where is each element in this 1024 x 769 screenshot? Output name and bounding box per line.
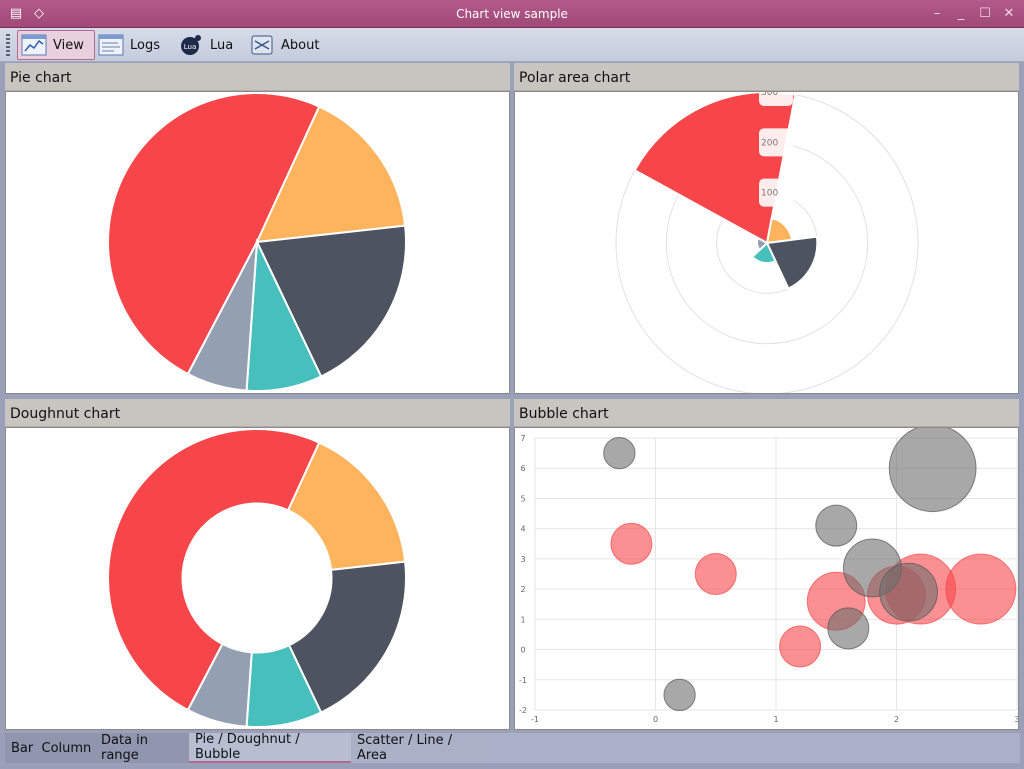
bubble-y-tick-label: 1 [520, 615, 525, 624]
log-window-icon [98, 34, 124, 56]
bubble-y-tick-label: 6 [520, 464, 525, 473]
polar-chart-area: 100 200 300 [514, 91, 1019, 394]
bubble-chart-panel: Bubble chart -1 0 1 2 3 7 6 5 4 3 2 1 0 -1 -2 [514, 399, 1019, 730]
tab-bar-column[interactable]: Bar Column [5, 733, 95, 763]
doughnut-chart-area [5, 427, 510, 730]
polar-segment-orange[interactable] [765, 217, 794, 245]
bubble-point-gray[interactable] [603, 436, 636, 470]
bubble-y-tick-label: 5 [520, 494, 525, 503]
pie-chart-panel: Pie chart [5, 63, 510, 394]
view-button[interactable]: View [17, 30, 95, 60]
about-icon [251, 35, 273, 55]
tab-scatter-line-area[interactable]: Scatter / Line / Area [351, 733, 487, 763]
tab-bar: Bar Column Data in range Pie / Doughnut … [0, 731, 1024, 769]
bubble-y-tick-label: 4 [520, 525, 525, 534]
pie-chart [107, 92, 407, 392]
bubble-point-gray[interactable] [815, 504, 858, 547]
toolbar-grip[interactable] [6, 34, 10, 56]
bubble-y-tick-label: 7 [520, 434, 525, 443]
maximize-button[interactable]: ☐ [976, 5, 994, 23]
polar-tick-label: 100 [761, 189, 778, 199]
tab-data-in-range-label: Data in range [101, 733, 149, 763]
bubble-x-tick-label: 0 [653, 715, 658, 724]
about-button[interactable]: About [246, 30, 329, 60]
bubble-chart: -1 0 1 2 3 7 6 5 4 3 2 1 0 -1 -2 [519, 428, 1018, 724]
view-label: View [53, 37, 84, 53]
minimize-button[interactable]: _ [952, 5, 970, 23]
bubble-y-tick-label: -2 [519, 706, 527, 715]
polar-chart-title: Polar area chart [514, 63, 1019, 91]
bubble-point-gray[interactable] [827, 607, 870, 650]
bubble-point-gray[interactable] [888, 428, 977, 513]
chart-window-icon [21, 34, 47, 56]
polar-area-chart: 100 200 300 [615, 92, 919, 393]
bubble-y-tick-label: 0 [520, 646, 525, 655]
bubble-point-red[interactable] [694, 553, 737, 595]
logs-button[interactable]: Logs [95, 30, 170, 60]
tab-bar-column-label: Bar Column [11, 740, 92, 756]
lua-label: Lua [210, 37, 234, 53]
pie-chart-area [5, 91, 510, 394]
title-bar: ▤ ◇ Chart view sample – _ ☐ ✕ [0, 0, 1024, 28]
toolbar: View Logs Lua Lua About [0, 28, 1024, 62]
bubble-y-tick-label: 3 [520, 555, 525, 564]
bubble-point-red[interactable] [779, 625, 822, 668]
doughnut-chart [107, 428, 407, 728]
bubble-point-red[interactable] [610, 522, 653, 565]
close-button[interactable]: ✕ [1000, 5, 1018, 23]
bubble-y-tick-label: -1 [519, 676, 527, 685]
polar-tick-label: 300 [761, 92, 778, 98]
tab-pie-doughnut-bubble[interactable]: Pie / Doughnut / Bubble [189, 732, 351, 763]
bubble-point-red[interactable] [945, 553, 1017, 625]
window-title: Chart view sample [456, 7, 568, 21]
polar-chart-panel: Polar area chart 100 200 300 [514, 63, 1019, 394]
bubble-x-tick-label: -1 [531, 715, 539, 724]
bubble-x-tick-label: 3 [1014, 715, 1018, 724]
bubble-chart-area: -1 0 1 2 3 7 6 5 4 3 2 1 0 -1 -2 [514, 427, 1019, 730]
tab-scatter-line-area-label: Scatter / Line / Area [357, 733, 453, 763]
bubble-y-tick-label: 2 [520, 585, 525, 594]
lua-icon: Lua [181, 35, 201, 55]
minimize-small-icon[interactable]: – [928, 5, 946, 23]
tab-bar-filler [487, 733, 1020, 763]
bubble-chart-title: Bubble chart [514, 399, 1019, 427]
bubble-x-tick-label: 1 [773, 715, 778, 724]
logs-label: Logs [130, 37, 160, 53]
about-label: About [281, 37, 320, 53]
doughnut-chart-panel: Doughnut chart [5, 399, 510, 730]
pie-chart-title: Pie chart [5, 63, 510, 91]
lua-button[interactable]: Lua Lua [175, 30, 243, 60]
polar-tick-label: 200 [761, 138, 778, 148]
svg-text:Lua: Lua [184, 43, 197, 51]
tab-data-in-range[interactable]: Data in range [95, 733, 189, 763]
doughnut-chart-title: Doughnut chart [5, 399, 510, 427]
bubble-point-gray[interactable] [879, 562, 938, 622]
bubble-point-gray[interactable] [663, 678, 696, 712]
bubble-x-tick-label: 2 [894, 715, 899, 724]
tab-pie-doughnut-bubble-label: Pie / Doughnut / Bubble [195, 732, 300, 762]
